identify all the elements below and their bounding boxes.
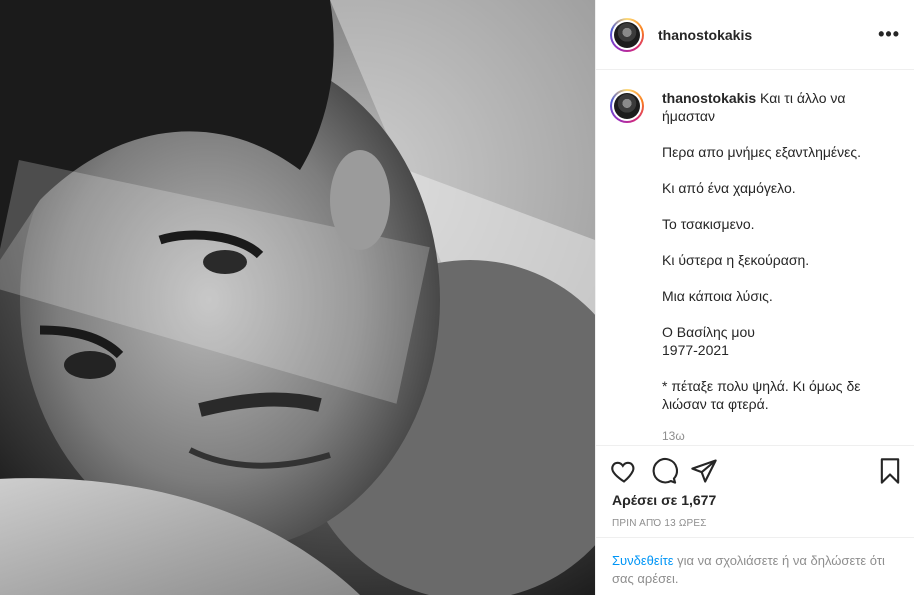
caption-paragraph: Κι από ένα χαμόγελο. <box>662 180 796 196</box>
share-icon[interactable] <box>690 457 718 485</box>
caption-avatar[interactable] <box>610 89 644 123</box>
action-bar: Αρέσει σε 1,677 ΠΡΙΝ ΑΠΌ 13 ΩΡΕΣ <box>596 445 914 529</box>
more-options-icon[interactable]: ••• <box>878 24 900 45</box>
caption-username[interactable]: thanostokakis <box>662 90 756 106</box>
bookmark-icon[interactable] <box>876 457 904 485</box>
caption-paragraph: Μια κάποια λύσις. <box>662 288 773 304</box>
caption-time: 13ω <box>662 429 685 443</box>
avatar-image <box>614 21 640 48</box>
author-username[interactable]: thanostokakis <box>658 27 752 43</box>
caption-paragraph: * πέταξε πολυ ψηλά. Κι όμως δε λιώσαν τα… <box>662 378 861 412</box>
likes-count[interactable]: Αρέσει σε 1,677 <box>596 486 914 508</box>
avatar-image <box>614 93 640 119</box>
post-photo[interactable] <box>0 0 595 595</box>
comment-icon[interactable] <box>650 457 678 485</box>
caption-paragraph: Περα απο μνήμες εξαντλημένες. <box>662 144 862 160</box>
post-sidebar: thanostokakis ••• thanostokakis Και τι ά… <box>595 0 914 595</box>
caption-paragraph: Ο Βασίλης μου 1977-2021 <box>662 324 755 358</box>
post-timestamp: ΠΡΙΝ ΑΠΌ 13 ΩΡΕΣ <box>612 518 707 529</box>
author-avatar[interactable] <box>610 17 644 52</box>
post-header: thanostokakis ••• <box>596 0 914 70</box>
caption-paragraph: Το τσακισμενο. <box>662 216 755 232</box>
caption-text: thanostokakis Και τι άλλο να ήμασταν Περ… <box>662 89 900 445</box>
caption-paragraph: Κι ύστερα η ξεκούραση. <box>662 252 810 268</box>
post-photo-image <box>0 0 595 595</box>
like-heart-icon[interactable] <box>610 457 638 485</box>
caption-area: thanostokakis Και τι άλλο να ήμασταν Περ… <box>596 71 914 445</box>
login-prompt: Συνδεθείτε για να σχολιάσετε ή να δηλώσε… <box>596 537 914 588</box>
login-link[interactable]: Συνδεθείτε <box>612 553 674 568</box>
